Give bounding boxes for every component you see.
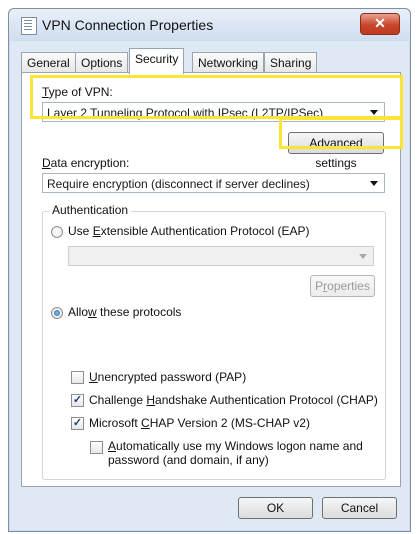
tab-sharing[interactable]: Sharing <box>264 52 318 73</box>
chap-checkbox[interactable]: ✓ <box>71 394 84 407</box>
ok-button[interactable]: OK <box>238 497 313 519</box>
dropdown-arrow-icon <box>370 181 378 186</box>
window-title: VPN Connection Properties <box>42 17 214 33</box>
vpn-properties-window: VPN Connection Properties ✕ General Opti… <box>8 8 411 532</box>
dropdown-arrow-icon <box>370 110 378 115</box>
allow-protocols-radio[interactable] <box>51 307 63 319</box>
tab-general[interactable]: General <box>21 52 76 73</box>
dropdown-arrow-icon <box>359 254 367 259</box>
mschap-v2-checkbox[interactable]: ✓ <box>71 417 84 430</box>
auto-logon-label[interactable]: Automatically use my Windows logon name … <box>108 439 363 467</box>
tab-networking[interactable]: Networking <box>192 52 265 73</box>
eap-method-dropdown[interactable] <box>68 246 374 266</box>
vpn-type-label: Type of VPN: <box>42 85 113 99</box>
pap-label[interactable]: Unencrypted password (PAP) <box>89 370 246 384</box>
data-encryption-label: Data encryption: <box>42 156 130 170</box>
security-tab-panel: Type of VPN: Layer 2 Tunneling Protocol … <box>21 72 401 487</box>
title-bar: VPN Connection Properties ✕ <box>9 9 410 41</box>
close-button[interactable]: ✕ <box>360 13 400 35</box>
eap-radio[interactable] <box>51 226 63 238</box>
data-encryption-value: Require encryption (disconnect if server… <box>47 177 310 191</box>
vpn-type-dropdown[interactable]: Layer 2 Tunneling Protocol with IPsec (L… <box>42 102 385 122</box>
tab-options[interactable]: Options <box>75 52 129 73</box>
eap-properties-button[interactable]: Properties <box>310 275 375 297</box>
chap-label[interactable]: Challenge Handshake Authentication Proto… <box>89 393 378 407</box>
tab-security[interactable]: Security <box>129 48 185 74</box>
cancel-button[interactable]: Cancel <box>322 497 397 519</box>
eap-radio-label[interactable]: Use Extensible Authentication Protocol (… <box>68 224 309 238</box>
vpn-type-value: Layer 2 Tunneling Protocol with IPsec (L… <box>47 106 324 120</box>
mschap-v2-label[interactable]: Microsoft CHAP Version 2 (MS-CHAP v2) <box>89 416 310 430</box>
authentication-group-title: Authentication <box>49 203 132 217</box>
allow-protocols-label[interactable]: Allow these protocols <box>68 305 181 319</box>
auto-logon-checkbox[interactable] <box>90 441 103 454</box>
data-encryption-dropdown[interactable]: Require encryption (disconnect if server… <box>42 173 385 193</box>
pap-checkbox[interactable] <box>71 371 84 384</box>
advanced-settings-button[interactable]: Advanced settings <box>288 132 384 170</box>
document-icon <box>21 17 37 35</box>
